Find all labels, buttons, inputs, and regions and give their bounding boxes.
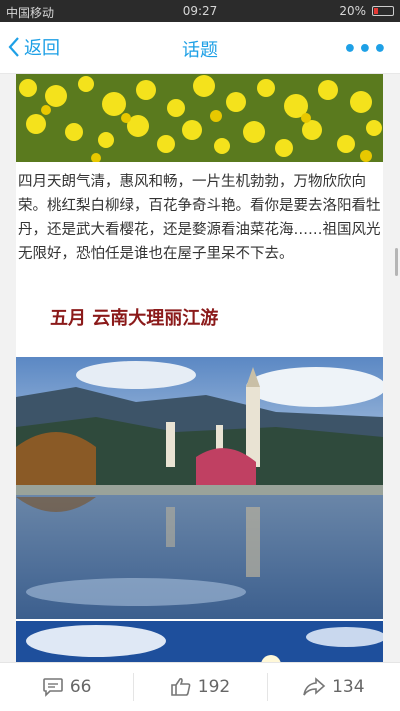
- status-right: 20%: [339, 4, 394, 18]
- article-paragraph: 四月天朗气清，惠风和畅，一片生机勃勃，万物欣欣向荣。桃红梨白柳绿，百花争奇斗艳。…: [18, 174, 381, 262]
- thumbs-up-icon: [170, 677, 191, 696]
- share-arrow-icon: [303, 677, 326, 696]
- rapeseed-flowers-image: [16, 74, 383, 162]
- action-bar: 66 192 134: [0, 662, 400, 711]
- section-heading: 五月 云南大理丽江游: [50, 308, 219, 329]
- share-count: 134: [332, 677, 365, 697]
- comment-icon: [43, 678, 63, 697]
- scrollbar[interactable]: [395, 248, 398, 276]
- like-button[interactable]: 192: [133, 663, 266, 711]
- battery-percent: 20%: [339, 4, 366, 18]
- battery-icon: [372, 6, 394, 16]
- dali-pagodas-lake-image: [16, 357, 383, 619]
- article-content[interactable]: 四月天朗气清，惠风和畅，一片生机勃勃，万物欣欣向荣。桃红梨白柳绿，百花争奇斗艳。…: [16, 74, 383, 662]
- status-bar: 中国移动 09:27 20%: [0, 0, 400, 22]
- nav-bar: 返回 话题 •••: [0, 22, 400, 74]
- comment-count: 66: [69, 677, 92, 697]
- blue-sky-image: [16, 621, 383, 662]
- more-options-icon[interactable]: •••: [343, 37, 388, 62]
- comment-button[interactable]: 66: [0, 663, 133, 711]
- like-count: 192: [197, 677, 231, 697]
- share-button[interactable]: 134: [266, 663, 400, 711]
- page-title: 话题: [182, 40, 218, 61]
